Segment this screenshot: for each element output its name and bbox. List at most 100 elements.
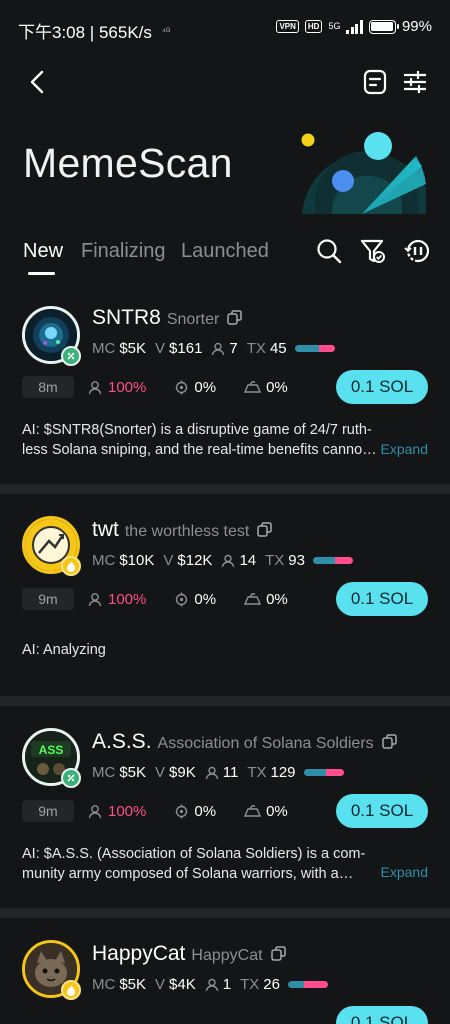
status-bar: 下午3:08 | 565K/s ⁴ᴳ VPN HD 5G 99% — [0, 0, 450, 56]
holders-count: 11 — [222, 764, 239, 781]
volume: $4K — [169, 976, 196, 993]
buy-sell-ratio-bar — [303, 769, 344, 776]
copy-icon[interactable] — [257, 519, 273, 537]
copy-icon[interactable] — [227, 307, 243, 325]
age-chip: 9m — [22, 800, 74, 822]
copy-icon[interactable] — [381, 731, 397, 749]
sniper-percent: 0% — [266, 378, 288, 396]
settings-sliders-icon[interactable] — [402, 68, 428, 96]
svg-text:ASS: ASS — [39, 743, 64, 757]
tx-count: 129 — [270, 764, 296, 781]
tx-count: 45 — [269, 340, 287, 357]
expand-link[interactable]: Expand — [381, 864, 428, 880]
token-name: HappyCat — [191, 947, 263, 964]
expand-link[interactable]: Expand — [381, 441, 428, 457]
sniper-icon — [244, 380, 262, 393]
buy-button[interactable]: 0.1 SOL — [336, 582, 428, 616]
nav-bar — [0, 62, 450, 102]
verified-badge-icon — [61, 768, 81, 788]
age-chip: 9m — [22, 588, 74, 610]
holders-icon — [205, 766, 218, 779]
copy-icon[interactable] — [270, 943, 286, 961]
sniper-icon — [244, 804, 262, 817]
network-type-icon: ⁴ᴳ — [161, 25, 171, 36]
fire-badge-icon — [61, 980, 81, 1000]
token-symbol: SNTR8 — [92, 306, 161, 329]
target-icon — [176, 380, 188, 394]
token-card[interactable]: HappyCat HappyCat MC $5K V $4K 1 TX 26 0.1 S… — [0, 918, 450, 1024]
ai-summary: AI: $SNTR8(Snorter) is a disruptive game… — [22, 422, 377, 458]
filter-icon[interactable] — [360, 238, 386, 264]
buy-button[interactable]: 0.1 SOL — [336, 1006, 428, 1024]
verified-badge-icon — [61, 346, 81, 366]
battery-percent: 99% — [401, 18, 432, 35]
market-cap: $5K — [119, 976, 147, 993]
market-cap: $10K — [119, 552, 155, 569]
token-card[interactable]: twt the worthless test MC $10K V $12K 14 TX… — [0, 494, 450, 696]
document-icon[interactable] — [362, 68, 388, 96]
radar-illustration-icon — [298, 128, 428, 214]
token-symbol: HappyCat — [92, 942, 186, 965]
token-symbol: twt — [92, 518, 119, 541]
top-holder-percent: 100% — [108, 378, 147, 396]
buy-sell-ratio-bar — [294, 345, 335, 352]
holders-icon — [205, 978, 218, 991]
token-metrics: MC $10K V $12K 14 TX 93 — [92, 552, 353, 569]
card-divider — [0, 484, 450, 494]
token-name: Snorter — [166, 311, 220, 328]
card-divider — [0, 696, 450, 706]
volume: $161 — [169, 340, 203, 357]
pause-icon[interactable] — [404, 238, 430, 264]
buy-sell-ratio-bar — [312, 557, 353, 564]
card-divider — [0, 908, 450, 918]
token-metrics: MC $5K V $161 7 TX 45 — [92, 340, 335, 357]
target-icon — [176, 804, 188, 818]
token-metrics: MC $5K V $4K 1 TX 26 — [92, 976, 328, 993]
age-chip: 8m — [22, 376, 74, 398]
vpn-icon: VPN — [276, 20, 299, 33]
fire-badge-icon — [61, 556, 81, 576]
top-holder-icon — [88, 804, 102, 818]
tab-bar: New Finalizing Launched — [0, 236, 450, 280]
back-arrow-icon[interactable] — [24, 68, 52, 96]
buy-button[interactable]: 0.1 SOL — [336, 370, 428, 404]
tx-count: 26 — [263, 976, 280, 993]
search-icon[interactable] — [316, 238, 342, 264]
market-cap: $5K — [119, 340, 147, 357]
token-symbol: A.S.S. — [92, 730, 152, 753]
holders-count: 7 — [229, 340, 238, 357]
sniper-percent: 0% — [266, 590, 288, 608]
holders-count: 1 — [222, 976, 232, 993]
token-metrics: MC $5K V $9K 11 TX 129 — [92, 764, 344, 781]
holders-count: 14 — [239, 552, 257, 569]
token-name: Association of Solana Soldiers — [157, 735, 374, 752]
volume: $9K — [169, 764, 196, 781]
token-card[interactable]: ASS A.S.S. Association of Solana Soldiers… — [0, 706, 450, 908]
ai-summary: AI: $A.S.S. (Association of Solana Soldi… — [22, 846, 366, 882]
buy-button[interactable]: 0.1 SOL — [336, 794, 428, 828]
tab-finalizing[interactable]: Finalizing — [81, 240, 165, 263]
page-title: MemeScan — [23, 140, 233, 186]
tx-count: 93 — [288, 552, 305, 569]
ai-summary: AI: Analyzing — [22, 642, 106, 658]
market-cap: $5K — [119, 764, 147, 781]
dev-percent: 0% — [194, 378, 217, 396]
token-card[interactable]: SNTR8 Snorter MC $5K V $161 7 TX 45 8m 100% … — [0, 290, 450, 484]
status-time-speed: 下午3:08 | 565K/s — [18, 23, 152, 42]
hero-header: MemeScan — [0, 120, 450, 220]
sniper-percent: 0% — [266, 802, 288, 820]
top-holder-percent: 100% — [108, 590, 147, 608]
active-tab-indicator — [28, 272, 55, 275]
network-5g-label: 5G — [328, 21, 341, 31]
battery-icon — [368, 19, 399, 34]
buy-sell-ratio-bar — [287, 981, 328, 988]
hd-icon: HD — [304, 20, 323, 33]
sniper-icon — [244, 592, 262, 605]
top-holder-icon — [88, 592, 102, 606]
signal-icon — [346, 19, 363, 34]
tab-launched[interactable]: Launched — [181, 240, 269, 263]
tab-new[interactable]: New — [23, 240, 63, 263]
dev-percent: 0% — [194, 802, 217, 820]
volume: $12K — [177, 552, 213, 569]
top-holder-percent: 100% — [108, 802, 147, 820]
